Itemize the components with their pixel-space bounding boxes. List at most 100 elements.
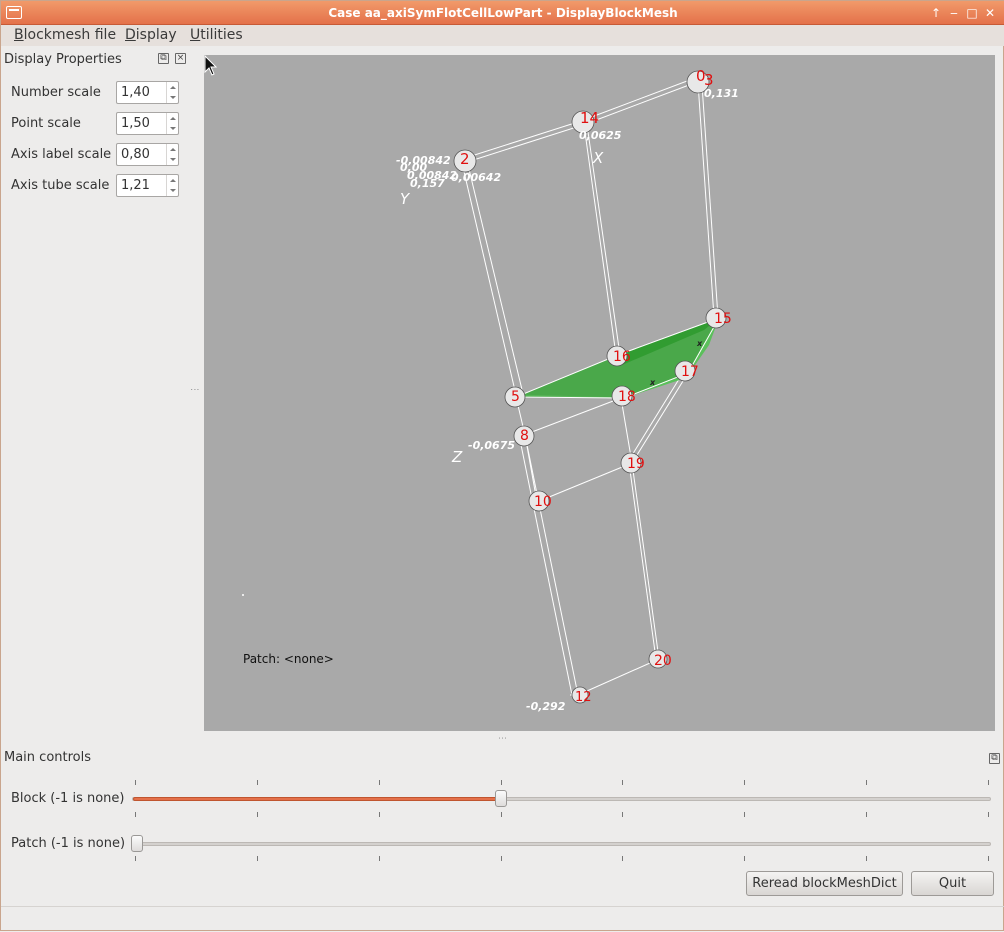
spin-down-icon[interactable] (170, 189, 176, 192)
slider-tick (257, 812, 258, 817)
slider-tick (744, 812, 745, 817)
spin-up-icon[interactable] (170, 117, 176, 120)
spinbox-arrows[interactable] (166, 144, 178, 165)
slider-tick (379, 856, 380, 861)
vertex-number: 18 (618, 389, 636, 405)
display-properties-dock: Display Properties ⧉ × Number scale 1,40… (1, 47, 191, 737)
number-scale-spinbox[interactable]: 1,40 (116, 81, 179, 104)
title-bar[interactable]: Case aa_axiSymFlotCellLowPart - DisplayB… (1, 1, 1004, 25)
slider-tick (257, 780, 258, 785)
maximize-icon[interactable]: □ (963, 4, 981, 22)
tick-label: -0,292 (526, 700, 566, 713)
float-dock-icon[interactable]: ⧉ (158, 53, 169, 64)
patch-slider[interactable] (132, 842, 991, 846)
slider-tick (988, 856, 989, 861)
status-bar (1, 906, 1004, 932)
spinbox-arrows[interactable] (166, 113, 178, 134)
main-controls-title: Main controls (4, 750, 92, 765)
menu-blockmesh-file[interactable]: Blockmesh file (14, 27, 116, 43)
menu-mnemonic: U (190, 27, 201, 43)
spin-down-icon[interactable] (170, 158, 176, 161)
float-dock-icon[interactable]: ⧉ (989, 753, 1000, 764)
spin-down-icon[interactable] (170, 127, 176, 130)
3d-viewport[interactable]: 0 3 14 2 15 16 5 18 17 8 19 10 20 12 -0,… (204, 55, 995, 731)
menu-label: isplay (135, 27, 177, 43)
menu-mnemonic: B (14, 27, 24, 43)
tick-label: x (696, 339, 703, 348)
axis-label-scale-label: Axis label scale (11, 147, 112, 162)
slider-tick (257, 856, 258, 861)
spinbox-value: 0,80 (121, 147, 150, 162)
axis-tube-scale-row: Axis tube scale 1,21 (11, 174, 181, 198)
mouse-cursor-icon (204, 55, 218, 76)
vertex-number: 19 (627, 456, 645, 472)
patch-status-text: Patch: <none> (243, 652, 334, 666)
spinbox-value: 1,21 (121, 178, 150, 193)
spinbox-value: 1,40 (121, 85, 150, 100)
menu-utilities[interactable]: Utilities (190, 27, 243, 43)
vertex-number: 8 (520, 428, 529, 444)
spin-up-icon[interactable] (170, 148, 176, 151)
point-scale-label: Point scale (11, 116, 81, 131)
menu-bar: Blockmesh file Display Utilities (1, 25, 1004, 46)
patch-slider-label: Patch (-1 is none) (11, 836, 126, 851)
tick-label: 0,131 (704, 87, 739, 100)
axis-tube-scale-spinbox[interactable]: 1,21 (116, 174, 179, 197)
dock-title: Display Properties (4, 52, 122, 67)
patch-slider-handle[interactable] (131, 835, 143, 852)
spinbox-arrows[interactable] (166, 175, 178, 196)
point-scale-spinbox[interactable]: 1,50 (116, 112, 179, 135)
tick-label: 0,00642 (451, 171, 501, 184)
menu-label: lockmesh file (23, 27, 117, 43)
close-icon[interactable]: ✕ (981, 4, 999, 22)
axis-tube-scale-label: Axis tube scale (11, 178, 110, 193)
quit-button[interactable]: Quit (911, 871, 994, 896)
menu-display[interactable]: Display (125, 27, 177, 43)
spin-up-icon[interactable] (170, 86, 176, 89)
vertex-number: 15 (714, 311, 732, 327)
spin-up-icon[interactable] (170, 179, 176, 182)
slider-tick (866, 812, 867, 817)
z-axis-label: Z (451, 448, 463, 466)
vertical-splitter-handle[interactable]: ⋮ (189, 385, 199, 394)
app-window: Case aa_axiSymFlotCellLowPart - DisplayB… (0, 0, 1004, 931)
vertex-number: 12 (575, 690, 592, 705)
slider-tick (744, 780, 745, 785)
tick-label: 0,0625 (579, 129, 622, 142)
point-scale-row: Point scale 1,50 (11, 112, 181, 136)
tick-label: -0,0675 (468, 439, 515, 452)
window-title: Case aa_axiSymFlotCellLowPart - DisplayB… (328, 6, 678, 20)
slider-tick (866, 780, 867, 785)
minimize-icon[interactable]: ‒ (945, 4, 963, 22)
axis-label-scale-row: Axis label scale 0,80 (11, 143, 181, 167)
block-slider-handle[interactable] (495, 790, 508, 807)
block-slider[interactable] (132, 797, 991, 801)
slider-tick (501, 812, 502, 817)
keep-above-icon[interactable]: ↑ (927, 4, 945, 22)
menu-mnemonic: D (125, 27, 136, 43)
x-axis-label: X (592, 149, 604, 167)
spinbox-arrows[interactable] (166, 82, 178, 103)
block-slider-fill (133, 797, 507, 801)
slider-tick (501, 780, 502, 785)
tick-label: x (649, 378, 656, 387)
block-slider-label: Block (-1 is none) (11, 791, 125, 806)
slider-tick (135, 780, 136, 785)
horizontal-splitter-handle[interactable]: ⋯ (498, 734, 507, 744)
menu-label: tilities (200, 27, 243, 43)
mesh-render: 0 3 14 2 15 16 5 18 17 8 19 10 20 12 -0,… (242, 67, 739, 713)
reread-blockmeshdict-button[interactable]: Reread blockMeshDict (746, 871, 903, 896)
slider-tick (622, 780, 623, 785)
vertex-number: 17 (681, 364, 699, 380)
slider-tick (866, 856, 867, 861)
slider-tick (135, 856, 136, 861)
slider-tick (622, 812, 623, 817)
vertex-number: 5 (511, 389, 520, 405)
spin-down-icon[interactable] (170, 96, 176, 99)
slider-tick (988, 780, 989, 785)
close-dock-icon[interactable]: × (175, 53, 186, 64)
axis-label-scale-spinbox[interactable]: 0,80 (116, 143, 179, 166)
vertex-number: 10 (534, 494, 552, 510)
number-scale-row: Number scale 1,40 (11, 81, 181, 105)
vertex-number: 20 (654, 653, 672, 669)
